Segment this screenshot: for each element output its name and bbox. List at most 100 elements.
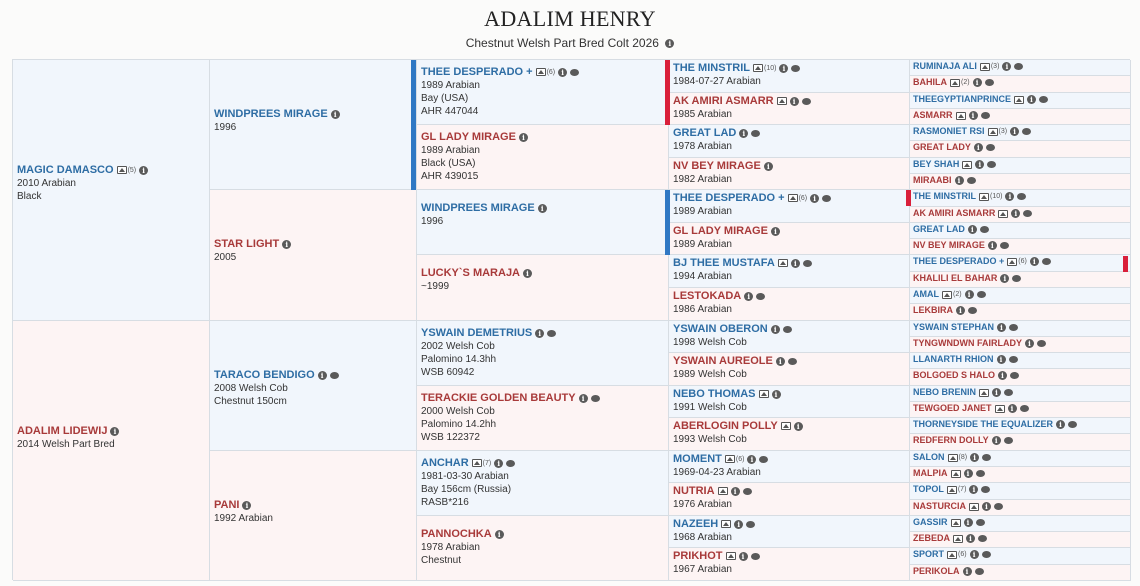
horse-name-link[interactable]: MOMENT <box>673 453 722 465</box>
photo-icon[interactable] <box>942 290 952 299</box>
info-icon[interactable]: i <box>1007 404 1017 414</box>
horse-name-link[interactable]: BJ THEE MUSTAFA <box>673 257 775 269</box>
horse-name-link[interactable]: WINDPREES MIRAGE <box>214 108 328 120</box>
photo-icon[interactable] <box>776 97 787 106</box>
info-icon[interactable]: i <box>242 500 252 510</box>
photo-icon[interactable] <box>787 194 798 203</box>
comment-icon[interactable] <box>570 68 580 76</box>
photo-icon[interactable] <box>777 259 788 268</box>
horse-name-link[interactable]: ZEBEDA <box>913 533 950 543</box>
photo-icon[interactable] <box>979 388 990 397</box>
comment-icon[interactable] <box>1010 372 1020 380</box>
horse-name-link[interactable]: THE MINSTRIL <box>913 191 976 201</box>
horse-name-link[interactable]: ANCHAR <box>421 457 469 469</box>
horse-name-link[interactable]: SPORT <box>913 549 944 559</box>
comment-icon[interactable] <box>975 470 985 478</box>
photo-icon[interactable] <box>535 68 546 77</box>
photo-icon[interactable] <box>721 520 732 529</box>
photo-icon[interactable] <box>950 518 961 527</box>
info-icon[interactable]: i <box>962 567 972 577</box>
horse-name-link[interactable]: ADALIM LIDEWIJ <box>17 425 107 437</box>
info-icon[interactable]: i <box>665 39 675 49</box>
info-icon[interactable]: i <box>982 502 991 512</box>
info-icon[interactable]: i <box>975 160 985 170</box>
horse-name-link[interactable]: LLANARTH RHION <box>913 354 994 364</box>
info-icon[interactable]: i <box>793 421 803 431</box>
info-icon[interactable]: i <box>537 203 547 213</box>
horse-name-link[interactable]: TERACKIE GOLDEN BEAUTY <box>421 392 576 404</box>
info-icon[interactable]: i <box>770 324 780 334</box>
info-icon[interactable]: i <box>956 306 965 316</box>
comment-icon[interactable] <box>1008 356 1018 364</box>
info-icon[interactable]: i <box>744 291 754 301</box>
comment-icon[interactable] <box>782 325 792 333</box>
comment-icon[interactable] <box>590 394 600 402</box>
horse-name-link[interactable]: ASMARR <box>913 110 953 120</box>
comment-icon[interactable] <box>742 487 752 495</box>
info-icon[interactable]: i <box>1000 274 1010 284</box>
comment-icon[interactable] <box>1012 275 1022 283</box>
horse-name-link[interactable]: LUCKY`S MARAJA <box>421 267 520 279</box>
info-icon[interactable]: i <box>972 78 982 88</box>
horse-name-link[interactable]: NAZEEH <box>673 518 718 530</box>
horse-name-link[interactable]: BOLGOED S HALO <box>913 370 995 380</box>
photo-icon[interactable] <box>947 453 958 462</box>
comment-icon[interactable] <box>994 503 1003 511</box>
photo-icon[interactable] <box>471 459 482 468</box>
info-icon[interactable]: i <box>964 290 974 300</box>
info-icon[interactable]: i <box>317 370 327 380</box>
comment-icon[interactable] <box>980 112 990 120</box>
info-icon[interactable]: i <box>998 371 1008 381</box>
horse-name-link[interactable]: REDFERN DOLLY <box>913 435 989 445</box>
comment-icon[interactable] <box>547 329 557 337</box>
photo-icon[interactable] <box>758 390 769 399</box>
photo-icon[interactable] <box>994 404 1005 413</box>
horse-name-link[interactable]: PRIKHOT <box>673 550 723 562</box>
info-icon[interactable]: i <box>518 132 528 142</box>
comment-icon[interactable] <box>746 520 756 528</box>
horse-name-link[interactable]: AMAL <box>913 289 939 299</box>
horse-name-link[interactable]: NV BEY MIRAGE <box>673 160 761 172</box>
info-icon[interactable]: i <box>330 109 340 119</box>
comment-icon[interactable] <box>1003 437 1013 445</box>
info-icon[interactable]: i <box>1002 62 1012 72</box>
info-icon[interactable]: i <box>987 241 997 251</box>
info-icon[interactable]: i <box>967 225 977 235</box>
info-icon[interactable]: i <box>730 486 740 496</box>
horse-name-link[interactable]: YSWAIN AUREOLE <box>673 355 773 367</box>
info-icon[interactable]: i <box>738 551 748 561</box>
info-icon[interactable]: i <box>770 226 780 236</box>
comment-icon[interactable] <box>982 454 992 462</box>
horse-name-link[interactable]: THEE DESPERADO + <box>913 256 1004 266</box>
horse-name-link[interactable]: GL LADY MIRAGE <box>673 225 768 237</box>
info-icon[interactable]: i <box>535 328 545 338</box>
horse-name-link[interactable]: THEE DESPERADO + <box>421 66 533 78</box>
info-icon[interactable]: i <box>747 454 757 464</box>
horse-name-link[interactable]: PANNOCHKA <box>421 528 492 540</box>
info-icon[interactable]: i <box>779 63 789 73</box>
horse-name-link[interactable]: PERIKOLA <box>913 566 960 576</box>
horse-name-link[interactable]: GL LADY MIRAGE <box>421 131 516 143</box>
info-icon[interactable]: i <box>739 128 749 138</box>
info-icon[interactable]: i <box>578 393 588 403</box>
comment-icon[interactable] <box>329 371 339 379</box>
photo-icon[interactable] <box>998 209 1009 218</box>
comment-icon[interactable] <box>978 535 988 543</box>
comment-icon[interactable] <box>1068 421 1078 429</box>
comment-icon[interactable] <box>822 194 832 202</box>
horse-name-link[interactable]: BEY SHAH <box>913 159 959 169</box>
comment-icon[interactable] <box>756 292 766 300</box>
comment-icon[interactable] <box>981 486 991 494</box>
comment-icon[interactable] <box>759 455 769 463</box>
comment-icon[interactable] <box>976 291 986 299</box>
photo-icon[interactable] <box>947 550 958 559</box>
photo-icon[interactable] <box>116 166 127 175</box>
info-icon[interactable]: i <box>110 426 120 436</box>
info-icon[interactable]: i <box>139 165 149 175</box>
info-icon[interactable]: i <box>775 356 785 366</box>
horse-name-link[interactable]: MALPIA <box>913 468 948 478</box>
comment-icon[interactable] <box>1037 340 1046 348</box>
info-icon[interactable]: i <box>963 518 973 528</box>
horse-name-link[interactable]: LEKBIRA <box>913 305 953 315</box>
photo-icon[interactable] <box>725 552 736 561</box>
